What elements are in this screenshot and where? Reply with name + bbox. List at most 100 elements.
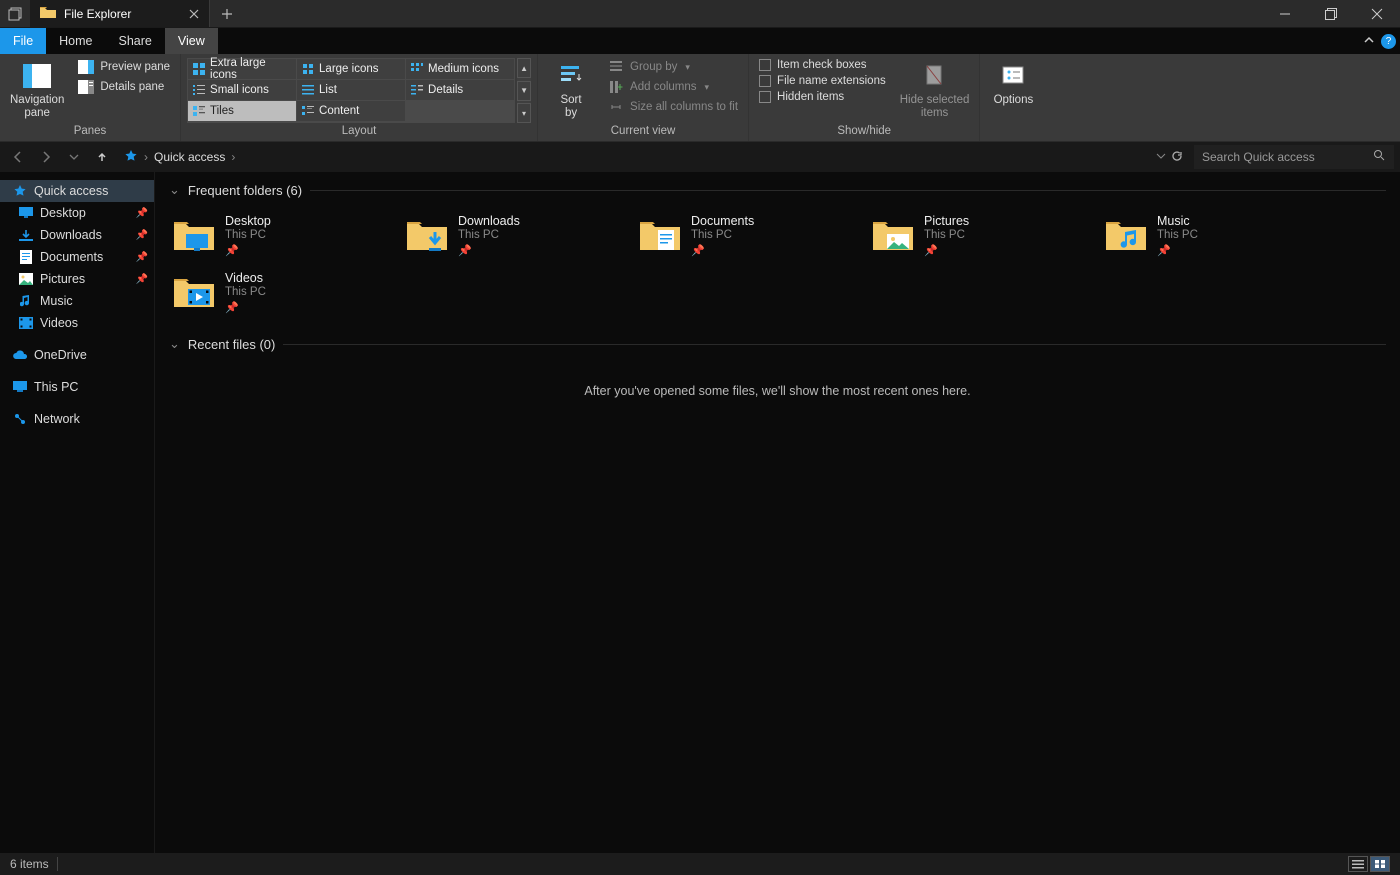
list-icon xyxy=(301,83,315,97)
folder-item-music[interactable]: MusicThis PC📌 xyxy=(1101,210,1316,267)
layout-details[interactable]: Details xyxy=(406,80,514,100)
music-icon xyxy=(18,293,34,309)
sidebar-music[interactable]: Music xyxy=(0,290,154,312)
medium-icons-icon xyxy=(410,62,424,76)
folder-name: Pictures xyxy=(924,214,969,228)
layout-large-icons[interactable]: Large icons xyxy=(297,59,405,79)
layout-tiles[interactable]: Tiles xyxy=(188,101,296,121)
maximize-button[interactable] xyxy=(1308,0,1354,27)
extra-large-icons-icon xyxy=(192,62,206,76)
folder-icon xyxy=(639,214,681,256)
details-pane-icon xyxy=(78,79,94,95)
hidden-items-toggle[interactable]: Hidden items xyxy=(755,90,890,104)
layout-gallery-scroll[interactable]: ▲ ▼ ▾ xyxy=(517,58,531,123)
status-view-details[interactable] xyxy=(1348,856,1368,872)
sidebar-quick-access[interactable]: Quick access xyxy=(0,180,154,202)
layout-list[interactable]: List xyxy=(297,80,405,100)
layout-extra-large-icons[interactable]: Extra large icons xyxy=(188,59,296,79)
add-columns-button[interactable]: Add columns▾ xyxy=(604,78,742,96)
add-columns-icon xyxy=(608,79,624,95)
group-label-panes: Panes xyxy=(6,123,174,139)
large-icons-icon xyxy=(301,62,315,76)
menu-view[interactable]: View xyxy=(165,28,218,54)
close-button[interactable] xyxy=(1354,0,1400,27)
folder-icon xyxy=(173,214,215,256)
sidebar-onedrive[interactable]: OneDrive xyxy=(0,344,154,366)
folder-item-videos[interactable]: VideosThis PC📌 xyxy=(169,267,384,324)
minimize-button[interactable] xyxy=(1262,0,1308,27)
this-pc-icon xyxy=(12,379,28,395)
search-placeholder: Search Quick access xyxy=(1202,150,1315,164)
pin-icon: 📌 xyxy=(136,230,148,241)
folder-name: Videos xyxy=(225,271,266,285)
folder-icon xyxy=(1105,214,1147,256)
file-name-extensions-toggle[interactable]: File name extensions xyxy=(755,74,890,88)
menu-share[interactable]: Share xyxy=(106,28,165,54)
menu-home[interactable]: Home xyxy=(46,28,105,54)
group-label-show-hide: Show/hide xyxy=(755,123,973,139)
layout-small-icons[interactable]: Small icons xyxy=(188,80,296,100)
address-history-dropdown[interactable] xyxy=(1156,150,1166,164)
sidebar-videos[interactable]: Videos xyxy=(0,312,154,334)
recent-locations-button[interactable] xyxy=(62,145,86,169)
sort-by-button[interactable]: Sort by xyxy=(544,58,598,123)
sidebar-desktop[interactable]: Desktop 📌 xyxy=(0,202,154,224)
recent-files-header[interactable]: ⌄ Recent files (0) xyxy=(169,336,1386,352)
sidebar-this-pc[interactable]: This PC xyxy=(0,376,154,398)
group-by-button[interactable]: Group by▾ xyxy=(604,58,742,76)
collapse-ribbon-icon[interactable] xyxy=(1363,34,1375,49)
hide-selected-items-button[interactable]: Hide selected items xyxy=(896,58,974,123)
folder-location: This PC xyxy=(458,229,520,241)
back-button[interactable] xyxy=(6,145,30,169)
documents-icon xyxy=(18,249,34,265)
status-view-tiles[interactable] xyxy=(1370,856,1390,872)
folder-item-pictures[interactable]: PicturesThis PC📌 xyxy=(868,210,1083,267)
menu-file[interactable]: File xyxy=(0,28,46,54)
folder-location: This PC xyxy=(1157,229,1198,241)
multitask-icon[interactable] xyxy=(0,0,30,27)
sidebar-network[interactable]: Network xyxy=(0,408,154,430)
layout-medium-icons[interactable]: Medium icons xyxy=(406,59,514,79)
forward-button[interactable] xyxy=(34,145,58,169)
preview-pane-button[interactable]: Preview pane xyxy=(74,58,174,76)
item-check-boxes-toggle[interactable]: Item check boxes xyxy=(755,58,890,72)
videos-icon xyxy=(18,315,34,331)
folder-item-desktop[interactable]: DesktopThis PC📌 xyxy=(169,210,384,267)
pin-icon: 📌 xyxy=(1157,244,1198,257)
address-location: Quick access xyxy=(154,150,225,164)
folder-item-downloads[interactable]: DownloadsThis PC📌 xyxy=(402,210,617,267)
layout-content[interactable]: Content xyxy=(297,101,405,121)
frequent-folders-header[interactable]: ⌄ Frequent folders (6) xyxy=(169,182,1386,198)
up-button[interactable] xyxy=(90,145,114,169)
search-icon xyxy=(1373,149,1386,165)
menu-bar: File Home Share View ? xyxy=(0,28,1400,54)
refresh-button[interactable] xyxy=(1170,149,1184,166)
options-button[interactable]: Options xyxy=(986,58,1040,123)
pin-icon: 📌 xyxy=(136,274,148,285)
pin-icon: 📌 xyxy=(924,244,969,257)
folder-name: Documents xyxy=(691,214,754,228)
details-pane-button[interactable]: Details pane xyxy=(74,78,174,96)
tab-close-icon[interactable] xyxy=(185,5,203,23)
window-tab[interactable]: File Explorer xyxy=(30,0,210,27)
search-box[interactable]: Search Quick access xyxy=(1194,145,1394,169)
layout-gallery: Extra large icons Large icons Medium ico… xyxy=(187,58,515,123)
quick-access-star-icon xyxy=(124,149,138,166)
navigation-pane-icon xyxy=(21,60,53,92)
folder-icon xyxy=(406,214,448,256)
sidebar-documents[interactable]: Documents 📌 xyxy=(0,246,154,268)
breadcrumb-sep-icon[interactable]: › xyxy=(231,150,235,164)
navigation-pane-button[interactable]: Navigation pane xyxy=(6,58,68,123)
pin-icon: 📌 xyxy=(225,301,266,314)
sidebar-pictures[interactable]: Pictures 📌 xyxy=(0,268,154,290)
chevron-down-icon: ⌄ xyxy=(169,336,180,352)
size-columns-button[interactable]: Size all columns to fit xyxy=(604,98,742,116)
new-tab-button[interactable] xyxy=(210,0,244,27)
downloads-icon xyxy=(18,227,34,243)
pin-icon: 📌 xyxy=(691,244,754,257)
folder-item-documents[interactable]: DocumentsThis PC📌 xyxy=(635,210,850,267)
help-icon[interactable]: ? xyxy=(1381,34,1396,49)
sidebar-downloads[interactable]: Downloads 📌 xyxy=(0,224,154,246)
titlebar: File Explorer xyxy=(0,0,1400,28)
address-bar[interactable]: › Quick access › xyxy=(118,145,1190,169)
